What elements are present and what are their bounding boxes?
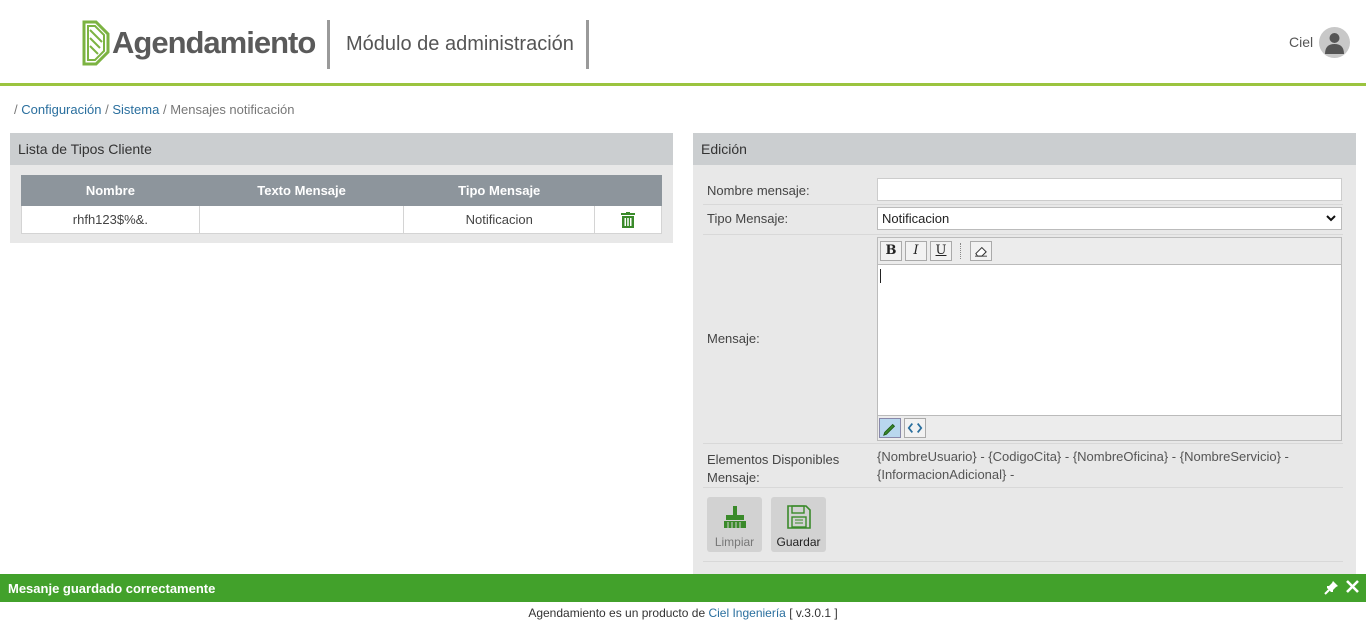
column-header-texto-mensaje[interactable]: Texto Mensaje <box>198 175 405 206</box>
mensaje-textarea[interactable] <box>878 265 1341 415</box>
column-header-nombre[interactable]: Nombre <box>21 175 200 206</box>
column-header-actions <box>594 175 662 206</box>
tipos-cliente-table: Nombre Texto Mensaje Tipo Mensaje rhfh12… <box>21 175 662 234</box>
limpiar-button[interactable]: Limpiar <box>707 497 762 552</box>
footer-text: Agendamiento es un producto de <box>528 606 709 620</box>
footer-link[interactable]: Ciel Ingeniería <box>708 606 785 620</box>
avatar[interactable] <box>1319 27 1350 58</box>
save-icon <box>786 505 811 529</box>
mensaje-label: Mensaje: <box>707 331 760 346</box>
html-mode-button[interactable] <box>904 418 926 438</box>
cell-texto-mensaje <box>198 205 405 234</box>
italic-button[interactable]: I <box>905 241 927 261</box>
form-row-tipo: Tipo Mensaje: Notificacion <box>703 205 1343 235</box>
limpiar-label: Limpiar <box>714 535 755 549</box>
header-divider <box>327 20 330 69</box>
close-icon[interactable] <box>1345 579 1360 594</box>
breadcrumb-separator: / <box>14 102 18 117</box>
tipo-mensaje-select[interactable]: Notificacion <box>877 207 1342 230</box>
edit-panel: Edición Nombre mensaje: Tipo Mensaje: No… <box>693 133 1356 575</box>
module-title: Módulo de administración <box>346 33 574 55</box>
cell-actions <box>594 205 662 234</box>
breadcrumb-item-sistema[interactable]: Sistema <box>112 102 159 117</box>
breadcrumb-separator: / <box>162 102 167 117</box>
mensaje-editor: B I U <box>877 237 1342 441</box>
nombre-mensaje-label: Nombre mensaje: <box>707 183 810 198</box>
breadcrumb-separator: / <box>105 102 109 117</box>
user-name[interactable]: Ciel <box>1289 34 1313 50</box>
eraser-button[interactable] <box>970 241 992 261</box>
tipo-mensaje-selected: Notificacion <box>882 211 950 226</box>
eraser-icon <box>975 246 987 257</box>
column-header-tipo-mensaje[interactable]: Tipo Mensaje <box>403 175 596 206</box>
tipo-mensaje-label: Tipo Mensaje: <box>707 211 789 226</box>
form-divider <box>703 561 1343 562</box>
editor-toolbar: B I U <box>878 238 1341 265</box>
logo-text: Agendamiento <box>112 25 316 60</box>
guardar-button[interactable]: Guardar <box>771 497 826 552</box>
list-panel: Lista de Tipos Cliente Nombre Texto Mens… <box>10 133 673 243</box>
cell-nombre: rhfh123$%&. <box>21 205 200 234</box>
logo[interactable]: Agendamiento <box>82 18 316 68</box>
toolbar-divider <box>960 243 961 259</box>
trash-icon[interactable] <box>621 211 636 228</box>
underline-button[interactable]: U <box>930 241 952 261</box>
pencil-icon <box>883 423 896 436</box>
pin-icon[interactable] <box>1324 580 1339 595</box>
elementos-disponibles-label: Elementos Disponibles Mensaje: <box>707 452 840 485</box>
elementos-disponibles-value: {NombreUsuario} - {CodigoCita} - {Nombre… <box>877 449 1289 482</box>
design-mode-button[interactable] <box>879 418 901 438</box>
editor-mode-bar <box>878 415 1341 440</box>
form-row-nombre: Nombre mensaje: <box>703 175 1343 205</box>
broom-icon <box>723 506 746 528</box>
header: Agendamiento Módulo de administración Ci… <box>0 0 1366 86</box>
breadcrumb-item-configuracion[interactable]: Configuración <box>21 102 101 117</box>
chevron-down-icon <box>1326 215 1336 222</box>
breadcrumb-current: Mensajes notificación <box>170 102 295 117</box>
logo-icon <box>82 20 110 66</box>
user-icon <box>1325 33 1344 54</box>
text-caret <box>880 269 881 283</box>
code-icon <box>907 423 923 433</box>
footer: Agendamiento es un producto de Ciel Inge… <box>0 606 1366 620</box>
header-divider <box>586 20 589 69</box>
notification-message: Mesanje guardado correctamente <box>8 581 216 596</box>
breadcrumb: / Configuración / Sistema / Mensajes not… <box>14 102 294 117</box>
bold-button[interactable]: B <box>880 241 902 261</box>
guardar-label: Guardar <box>776 535 821 549</box>
notification-bar: Mesanje guardado correctamente <box>0 574 1366 602</box>
edit-panel-title: Edición <box>693 133 1356 165</box>
table-row[interactable]: rhfh123$%&. Notificacion <box>21 205 662 234</box>
list-panel-title: Lista de Tipos Cliente <box>10 133 673 165</box>
cell-tipo-mensaje: Notificacion <box>403 205 596 234</box>
nombre-mensaje-input[interactable] <box>877 178 1342 201</box>
footer-version: [ v.3.0.1 ] <box>785 606 838 620</box>
